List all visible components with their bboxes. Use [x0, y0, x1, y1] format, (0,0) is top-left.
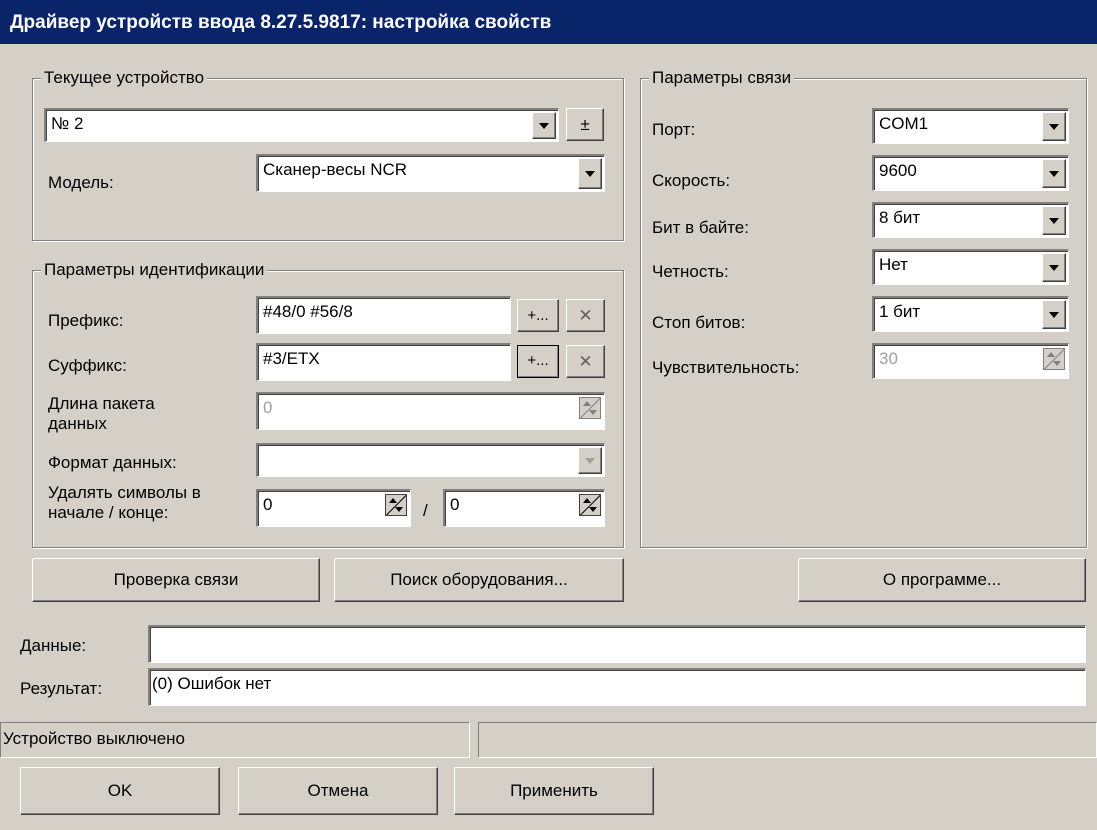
window-title: Драйвер устройств ввода 8.27.5.9817: нас… — [10, 12, 552, 33]
strip-chars-label: Удалять символы в начале / конце: — [48, 483, 201, 522]
port-select[interactable]: COM1 — [872, 108, 1069, 144]
strip-separator: / — [423, 501, 428, 520]
stop-bits-value: 1 бит — [879, 302, 921, 321]
result-label: Результат: — [20, 679, 103, 698]
result-output-value: (0) Ошибок нет — [152, 674, 272, 693]
speed-dropdown-arrow-icon[interactable] — [1042, 159, 1066, 188]
parity-dropdown-arrow-icon[interactable] — [1042, 253, 1066, 282]
port-label: Порт: — [652, 120, 696, 139]
strip-start-value: 0 — [263, 495, 273, 514]
window-title-bar: Драйвер устройств ввода 8.27.5.9817: нас… — [0, 0, 1097, 44]
status-panel: Устройство выключено — [0, 722, 470, 758]
bits-dropdown-arrow-icon[interactable] — [1042, 206, 1066, 235]
apply-button[interactable]: Применить — [454, 767, 654, 815]
status-text: Устройство выключено — [3, 729, 185, 748]
current-device-legend: Текущее устройство — [41, 68, 208, 88]
suffix-input[interactable]: #3/ETX — [256, 343, 511, 381]
ok-button[interactable]: OK — [20, 767, 220, 815]
speed-label: Скорость: — [652, 171, 731, 190]
suffix-label: Суффикс: — [48, 356, 127, 375]
result-output: (0) Ошибок нет — [148, 668, 1086, 706]
sensitivity-value: 30 — [879, 349, 898, 368]
data-output — [148, 625, 1086, 663]
data-label: Данные: — [20, 636, 87, 655]
stop-bits-select[interactable]: 1 бит — [872, 296, 1069, 332]
spin-arrows-icon — [579, 397, 601, 419]
stop-bits-label: Стоп битов: — [652, 313, 746, 332]
prefix-value: #48/0 #56/8 — [263, 302, 353, 321]
suffix-value: #3/ETX — [263, 349, 320, 368]
strip-start-spin[interactable]: 0 — [256, 489, 411, 527]
suffix-clear-button[interactable]: ✕ — [566, 345, 605, 378]
strip-end-value: 0 — [450, 495, 460, 514]
port-dropdown-arrow-icon[interactable] — [1042, 112, 1066, 141]
suffix-add-button[interactable]: +... — [517, 345, 559, 378]
check-connection-button[interactable]: Проверка связи — [32, 558, 320, 602]
packet-length-spin: 0 — [256, 392, 605, 430]
prefix-clear-button[interactable]: ✕ — [566, 299, 605, 332]
data-format-dropdown-arrow-icon — [578, 447, 602, 474]
parity-value: Нет — [879, 255, 908, 274]
port-value: COM1 — [879, 114, 929, 133]
status-panel-secondary — [478, 722, 1097, 758]
cancel-button[interactable]: Отмена — [238, 767, 438, 815]
packet-length-value: 0 — [263, 398, 273, 417]
about-button[interactable]: О программе... — [798, 558, 1086, 602]
search-equipment-button[interactable]: Поиск оборудования... — [334, 558, 624, 602]
parity-label: Четность: — [652, 262, 729, 281]
bits-select[interactable]: 8 бит — [872, 202, 1069, 238]
sensitivity-label: Чувствительность: — [652, 358, 800, 377]
stop-bits-dropdown-arrow-icon[interactable] — [1042, 300, 1066, 329]
prefix-add-button[interactable]: +... — [517, 299, 559, 332]
data-format-select — [256, 443, 605, 477]
spin-arrows-icon — [1043, 348, 1065, 370]
sensitivity-spin: 30 — [872, 343, 1069, 379]
data-format-label: Формат данных: — [48, 453, 177, 472]
packet-length-label: Длина пакета данных — [48, 394, 155, 433]
spin-arrows-icon[interactable] — [579, 494, 601, 516]
prefix-input[interactable]: #48/0 #56/8 — [256, 296, 511, 334]
bits-label: Бит в байте: — [652, 218, 749, 237]
model-select[interactable]: Сканер-весы NCR — [256, 154, 605, 192]
strip-end-spin[interactable]: 0 — [443, 489, 605, 527]
model-select-value: Сканер-весы NCR — [263, 160, 408, 179]
model-dropdown-arrow-icon[interactable] — [578, 158, 602, 189]
identification-legend: Параметры идентификации — [41, 260, 268, 280]
spin-arrows-icon[interactable] — [385, 494, 407, 516]
parity-select[interactable]: Нет — [872, 249, 1069, 285]
model-label: Модель: — [48, 173, 114, 192]
device-add-remove-button[interactable]: ± — [566, 108, 604, 141]
device-dropdown-arrow-icon[interactable] — [532, 112, 556, 139]
device-select[interactable]: № 2 — [44, 108, 559, 142]
speed-value: 9600 — [879, 161, 917, 180]
prefix-label: Префикс: — [48, 311, 124, 330]
device-select-value: № 2 — [51, 114, 84, 133]
bits-value: 8 бит — [879, 208, 921, 227]
speed-select[interactable]: 9600 — [872, 155, 1069, 191]
connection-legend: Параметры связи — [649, 68, 795, 88]
